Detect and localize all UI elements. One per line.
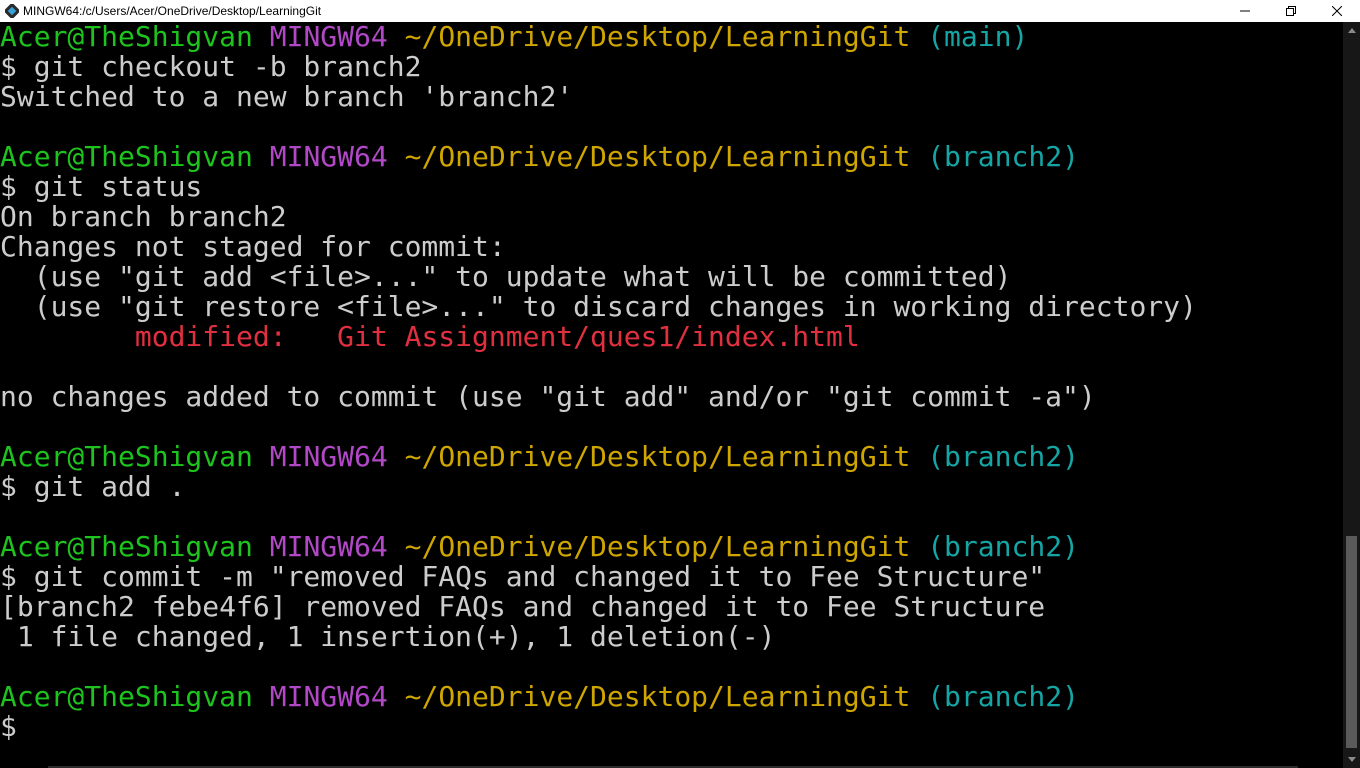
prompt-line: Acer@TheShigvan MINGW64 ~/OneDrive/Deskt… bbox=[0, 682, 1343, 712]
minimize-icon bbox=[1240, 10, 1250, 12]
prompt-user-host: Acer@TheShigvan bbox=[0, 22, 253, 53]
prompt-line: Acer@TheShigvan MINGW64 ~/OneDrive/Deskt… bbox=[0, 142, 1343, 172]
prompt-branch: (branch2) bbox=[927, 680, 1079, 713]
minimize-button[interactable] bbox=[1222, 0, 1268, 22]
close-button[interactable] bbox=[1314, 0, 1360, 22]
vertical-scrollbar[interactable] bbox=[1343, 22, 1360, 768]
prompt-branch: (main) bbox=[927, 22, 1029, 53]
prompt-system: MINGW64 bbox=[269, 440, 388, 473]
prompt-user-host: Acer@TheShigvan bbox=[0, 440, 253, 473]
close-icon bbox=[1332, 6, 1342, 16]
terminal-output[interactable]: Acer@TheShigvan MINGW64 ~/OneDrive/Deskt… bbox=[0, 22, 1343, 768]
prompt-path: ~/OneDrive/Desktop/LearningGit bbox=[404, 530, 911, 563]
prompt-branch: (branch2) bbox=[927, 140, 1079, 173]
prompt-branch: (branch2) bbox=[927, 440, 1079, 473]
modified-file-line: modified: Git Assignment/ques1/index.htm… bbox=[0, 322, 1343, 352]
git-bash-icon bbox=[3, 2, 21, 20]
prompt-system: MINGW64 bbox=[269, 530, 388, 563]
output-line: Switched to a new branch 'branch2' bbox=[0, 80, 574, 113]
output-line: Changes not staged for commit: bbox=[0, 230, 506, 263]
output-line: no changes added to commit (use "git add… bbox=[0, 380, 1096, 413]
prompt-system: MINGW64 bbox=[269, 680, 388, 713]
scrollbar-thumb[interactable] bbox=[1346, 536, 1357, 748]
prompt-branch: (branch2) bbox=[927, 530, 1079, 563]
terminal-window: MINGW64:/c/Users/Acer/OneDrive/Desktop/L… bbox=[0, 0, 1360, 768]
prompt-system: MINGW64 bbox=[269, 140, 388, 173]
output-line: (use "git add <file>..." to update what … bbox=[0, 260, 1012, 293]
command-line: $ git commit -m "removed FAQs and change… bbox=[0, 560, 1046, 593]
prompt-path: ~/OneDrive/Desktop/LearningGit bbox=[404, 22, 911, 53]
prompt-user-host: Acer@TheShigvan bbox=[0, 140, 253, 173]
scroll-up-button[interactable] bbox=[1343, 22, 1360, 39]
command-input[interactable]: $ bbox=[0, 712, 1343, 742]
prompt-line: Acer@TheShigvan MINGW64 ~/OneDrive/Deskt… bbox=[0, 22, 1343, 52]
prompt-user-host: Acer@TheShigvan bbox=[0, 530, 253, 563]
prompt-path: ~/OneDrive/Desktop/LearningGit bbox=[404, 140, 911, 173]
prompt-system: MINGW64 bbox=[269, 22, 388, 53]
maximize-icon bbox=[1286, 6, 1296, 16]
prompt-line: Acer@TheShigvan MINGW64 ~/OneDrive/Deskt… bbox=[0, 532, 1343, 562]
prompt-user-host: Acer@TheShigvan bbox=[0, 680, 253, 713]
command-line: $ git status bbox=[0, 170, 203, 203]
prompt-line: Acer@TheShigvan MINGW64 ~/OneDrive/Deskt… bbox=[0, 442, 1343, 472]
window-controls bbox=[1222, 0, 1360, 22]
window-title: MINGW64:/c/Users/Acer/OneDrive/Desktop/L… bbox=[23, 4, 322, 18]
chevron-down-icon bbox=[1347, 757, 1356, 762]
output-line: 1 file changed, 1 insertion(+), 1 deleti… bbox=[0, 620, 776, 653]
command-line: $ git checkout -b branch2 bbox=[0, 50, 422, 83]
scroll-down-button[interactable] bbox=[1343, 751, 1360, 768]
output-line: On branch branch2 bbox=[0, 200, 287, 233]
title-bar[interactable]: MINGW64:/c/Users/Acer/OneDrive/Desktop/L… bbox=[0, 0, 1360, 22]
output-line: [branch2 febe4f6] removed FAQs and chang… bbox=[0, 590, 1046, 623]
modified-label: modified: bbox=[0, 320, 338, 353]
prompt-path: ~/OneDrive/Desktop/LearningGit bbox=[404, 440, 911, 473]
prompt-path: ~/OneDrive/Desktop/LearningGit bbox=[404, 680, 911, 713]
chevron-up-icon bbox=[1347, 28, 1356, 33]
command-line: $ git add . bbox=[0, 470, 186, 503]
output-line: (use "git restore <file>..." to discard … bbox=[0, 290, 1197, 323]
modified-file: Git Assignment/ques1/index.html bbox=[337, 320, 860, 353]
maximize-button[interactable] bbox=[1268, 0, 1314, 22]
